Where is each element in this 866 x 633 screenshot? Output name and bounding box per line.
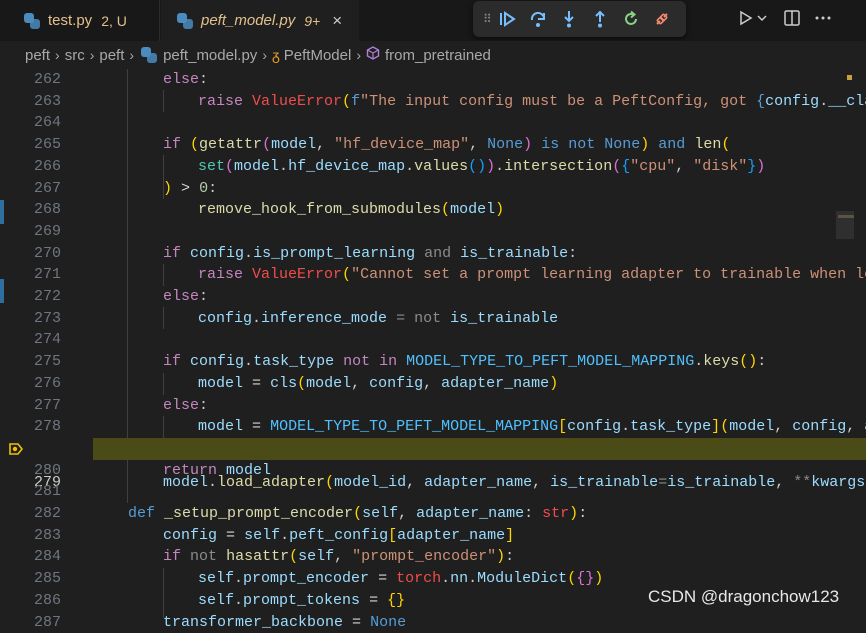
tab-status: 2, U	[101, 13, 127, 29]
line-number: 266	[0, 156, 61, 178]
line-number: 286	[0, 590, 61, 612]
line-number: 274	[0, 329, 61, 351]
line-number: 282	[0, 503, 61, 525]
close-icon[interactable]: ×	[332, 11, 342, 31]
line-number: 272	[0, 286, 61, 308]
tab-bar: test.py 2, U peft_model.py 9+ × ⠿	[0, 0, 866, 41]
line-number: 275	[0, 351, 61, 373]
continue-icon[interactable]	[491, 1, 522, 37]
chevron-right-icon: ›	[129, 47, 134, 63]
chevron-down-icon[interactable]	[755, 8, 769, 33]
line-number: 285	[0, 568, 61, 590]
line-number: 271	[0, 264, 61, 286]
method-icon	[366, 46, 380, 64]
current-line: 279model.load_adapter(model_id, adapter_…	[0, 438, 866, 460]
line-number: 264	[0, 112, 61, 134]
breadcrumb: peft › src › peft › peft_model.py › ᵹ Pe…	[0, 41, 866, 69]
chevron-right-icon: ›	[90, 47, 95, 63]
line-number: 267	[0, 178, 61, 200]
scrollbar-thumb[interactable]	[836, 211, 854, 239]
grip-icon[interactable]: ⠿	[483, 16, 491, 22]
line-number: 280	[0, 460, 61, 482]
breadcrumb-item[interactable]: PeftModel	[284, 47, 352, 64]
breadcrumb-item[interactable]: from_pretrained	[385, 47, 491, 64]
step-into-icon[interactable]	[553, 1, 584, 37]
line-number: 265	[0, 134, 61, 156]
python-file-icon	[177, 13, 193, 29]
run-icon[interactable]	[737, 8, 755, 33]
tab-test-py[interactable]: test.py 2, U	[8, 0, 160, 41]
gutter-marker	[0, 279, 4, 303]
python-file-icon	[141, 47, 157, 63]
line-number: 269	[0, 221, 61, 243]
breadcrumb-item[interactable]: peft	[25, 47, 50, 64]
line-number: 262	[0, 69, 61, 91]
line-number: 268	[0, 199, 61, 221]
breadcrumb-item[interactable]: peft	[99, 47, 124, 64]
step-out-icon[interactable]	[584, 1, 615, 37]
line-number: 284	[0, 546, 61, 568]
class-icon: ᵹ	[272, 47, 280, 63]
step-over-icon[interactable]	[522, 1, 553, 37]
disconnect-icon[interactable]	[646, 1, 677, 37]
tab-status: 9+	[304, 13, 320, 29]
restart-icon[interactable]	[615, 1, 646, 37]
line-number: 270	[0, 243, 61, 265]
code-editor[interactable]: 262else: 263raise ValueError(f"The input…	[0, 69, 866, 618]
line-number: 283	[0, 525, 61, 547]
run-controls	[737, 8, 833, 33]
line-number: 278	[0, 416, 61, 438]
line-number: 281	[0, 481, 61, 503]
scrollbar-marker	[847, 75, 852, 80]
line-number: 277	[0, 395, 61, 417]
breadcrumb-item[interactable]: peft_model.py	[163, 47, 257, 64]
line-number: 287	[0, 612, 61, 633]
tab-label: peft_model.py	[201, 12, 295, 29]
debug-toolbar: ⠿	[473, 1, 686, 37]
breadcrumb-item[interactable]: src	[65, 47, 85, 64]
line-number: 276	[0, 373, 61, 395]
more-icon[interactable]	[813, 8, 833, 33]
chevron-right-icon: ›	[356, 47, 361, 63]
chevron-right-icon: ›	[262, 47, 267, 63]
split-editor-icon[interactable]	[783, 8, 801, 33]
gutter-marker	[0, 200, 4, 224]
chevron-right-icon: ›	[55, 47, 60, 63]
tab-label: test.py	[48, 12, 92, 29]
line-number: 263	[0, 91, 61, 113]
python-file-icon	[24, 13, 40, 29]
line-number: 273	[0, 308, 61, 330]
tab-peft-model-py[interactable]: peft_model.py 9+ ×	[161, 0, 359, 41]
watermark: CSDN @dragonchow123	[648, 587, 839, 607]
